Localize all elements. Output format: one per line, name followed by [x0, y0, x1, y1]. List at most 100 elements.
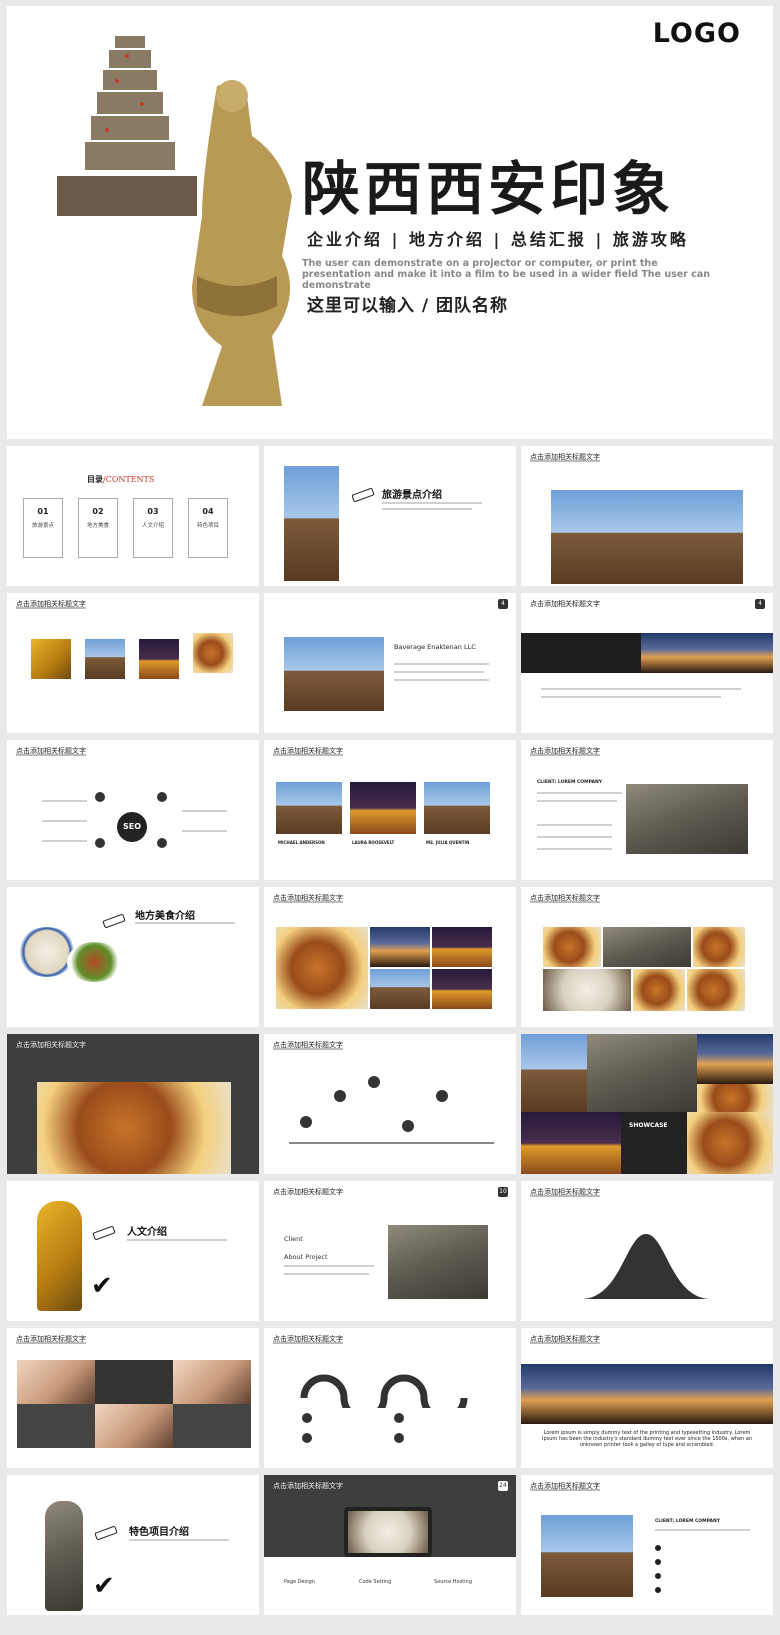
- slide-travel-section[interactable]: 旅游景点介绍: [264, 446, 516, 586]
- pencil-icon: [94, 1525, 118, 1541]
- tower-photo: [521, 1034, 587, 1112]
- landmark-photo: [350, 782, 416, 834]
- toc-item[interactable]: 01 旅游景点: [23, 498, 63, 558]
- slide-title: 点击添加相关标题文字: [273, 1482, 343, 1490]
- pencil-icon: [351, 487, 375, 503]
- slide-number-badge: 10: [498, 1187, 508, 1197]
- terracotta-photo: [603, 927, 691, 967]
- feature-label: Source Hosting: [434, 1579, 472, 1585]
- arch-diagram: [300, 1374, 468, 1408]
- food-photo: [543, 927, 601, 967]
- city-photo: [697, 1034, 773, 1084]
- city-photo: [432, 969, 492, 1009]
- slide-title: 点击添加相关标题文字: [16, 1041, 86, 1049]
- mountain-photo: [388, 1225, 488, 1299]
- slide-client-project[interactable]: 点击添加相关标题文字 10 Client About Project: [264, 1181, 516, 1321]
- bell-tower-photo: [551, 490, 743, 584]
- food-photo: [687, 1112, 773, 1174]
- slide-number-badge: 4: [498, 599, 508, 609]
- landmark-photo: [424, 782, 490, 834]
- section-title: 特色项目介绍: [129, 1527, 189, 1538]
- slide-arches[interactable]: 点击添加相关标题文字: [264, 1328, 516, 1468]
- laptop-screen: [344, 1507, 432, 1557]
- slide-dark-food[interactable]: 点击添加相关标题文字: [7, 1034, 259, 1174]
- checkmark-icon: ✔: [91, 1271, 113, 1301]
- slide-dark-banner[interactable]: 点击添加相关标题文字 4: [521, 593, 773, 733]
- roujiamo-photo: [37, 1082, 231, 1174]
- team-photo: [139, 639, 179, 679]
- client-label: Client: [284, 1235, 303, 1243]
- food-photo: [697, 1084, 773, 1112]
- slide-laptop[interactable]: 点击添加相关标题文字 24 Page Design Code Setting S…: [264, 1475, 516, 1615]
- warrior-figure: [37, 1201, 82, 1311]
- hero-nav-links: 企业介绍 | 地方介绍 | 总结汇报 | 旅游攻略: [307, 230, 689, 249]
- city-photo: [370, 969, 430, 1009]
- slide-city-night[interactable]: 点击添加相关标题文字 Lorem ipsum is simply dummy t…: [521, 1328, 773, 1468]
- section-title: 人文介绍: [127, 1227, 167, 1238]
- food-photo: [633, 969, 685, 1011]
- skyline-photo: [641, 633, 773, 673]
- person-name: MICHAEL ANDERSON: [278, 840, 325, 845]
- slide-timeline[interactable]: 点击添加相关标题文字: [264, 1034, 516, 1174]
- hero-subtitle: The user can demonstrate on a projector …: [302, 258, 710, 291]
- slide-number-badge: 24: [498, 1481, 508, 1491]
- feature-label: Page Design: [284, 1579, 315, 1585]
- slide-bell-tower[interactable]: 点击添加相关标题文字: [521, 446, 773, 586]
- slide-food-gallery[interactable]: 点击添加相关标题文字: [264, 887, 516, 1027]
- slide-title: 点击添加相关标题文字: [273, 1188, 343, 1196]
- pencil-icon: [102, 913, 126, 929]
- bell-curve-graphic: [581, 1234, 711, 1299]
- slide-three-landmarks[interactable]: 点击添加相关标题文字 MICHAEL ANDERSON LAURA ROOSEV…: [264, 740, 516, 880]
- slide-contents[interactable]: 目录/CONTENTS 01 旅游景点 02 地方美食 03 人文介绍 04 特色项目: [7, 446, 259, 586]
- slide-company[interactable]: 4 Baverage Enaktenan LLC: [264, 593, 516, 733]
- toc-item[interactable]: 04 特色项目: [188, 498, 228, 558]
- slide-food-grid[interactable]: 点击添加相关标题文字: [521, 887, 773, 1027]
- client-label: CLIENT: LOREM COMPANY: [655, 1519, 720, 1524]
- slide-food-section[interactable]: 地方美食介绍: [7, 887, 259, 1027]
- people-photo: [173, 1360, 251, 1404]
- slide-culture-section[interactable]: 人文介绍 ✔: [7, 1181, 259, 1321]
- team-photo: [85, 639, 125, 679]
- team-photo: [31, 639, 71, 679]
- seo-badge: SEO: [117, 812, 147, 842]
- slide-bell-curve[interactable]: 点击添加相关标题文字: [521, 1181, 773, 1321]
- toc-item[interactable]: 03 人文介绍: [133, 498, 173, 558]
- body-text: Lorem ipsum is simply dummy text of the …: [541, 1430, 753, 1448]
- company-name: Baverage Enaktenan LLC: [394, 643, 476, 651]
- bell-tower-photo: [541, 1515, 633, 1597]
- slide-number-badge: 4: [755, 599, 765, 609]
- pagoda-photo: [284, 637, 384, 711]
- team-name: 这里可以输入 / 团队名称: [307, 296, 509, 316]
- section-title: 旅游景点介绍: [382, 490, 442, 501]
- slide-showcase[interactable]: SHOWCASE: [521, 1034, 773, 1174]
- people-photo: [17, 1360, 95, 1404]
- slide-seo[interactable]: 点击添加相关标题文字 SEO: [7, 740, 259, 880]
- dish-photo: [67, 942, 122, 982]
- team-photo: [193, 633, 233, 673]
- food-photo: [693, 927, 745, 967]
- pagoda-and-warrior-illustration: [57, 36, 292, 407]
- slide-terracotta[interactable]: 点击添加相关标题文字 CLIENT: LOREM COMPANY: [521, 740, 773, 880]
- about-label: About Project: [284, 1253, 328, 1261]
- pencil-icon: [92, 1225, 116, 1241]
- person-name: LAURA ROOSEVELT: [352, 840, 395, 845]
- show-photo: [521, 1112, 621, 1174]
- slide-company-tower[interactable]: 点击添加相关标题文字 CLIENT: LOREM COMPANY: [521, 1475, 773, 1615]
- cover-slide[interactable]: LOGO 陕西西安印象 企业介绍 | 地方介绍 | 总结汇报 | 旅游攻略 Th…: [7, 6, 773, 439]
- slide-team[interactable]: 点击添加相关标题文字: [7, 593, 259, 733]
- food-photo: [687, 969, 745, 1011]
- terracotta-photo: [626, 784, 748, 854]
- warrior-figure: [45, 1501, 83, 1611]
- dish-photo: [17, 927, 77, 977]
- slide-special-section[interactable]: 特色项目介绍 ✔: [7, 1475, 259, 1615]
- slide-people-grid[interactable]: 点击添加相关标题文字: [7, 1328, 259, 1468]
- person-name: MS. JULIA QUENTIN: [426, 840, 470, 845]
- page-title: 陕西西安印象: [302, 155, 675, 223]
- toc-item[interactable]: 02 地方美食: [78, 498, 118, 558]
- dumpling-photo: [543, 969, 631, 1011]
- terracotta-photo: [587, 1034, 697, 1112]
- client-label: CLIENT: LOREM COMPANY: [537, 780, 602, 785]
- city-photo: [370, 927, 430, 967]
- people-photo: [95, 1404, 173, 1448]
- logo-text: LOGO: [652, 18, 741, 49]
